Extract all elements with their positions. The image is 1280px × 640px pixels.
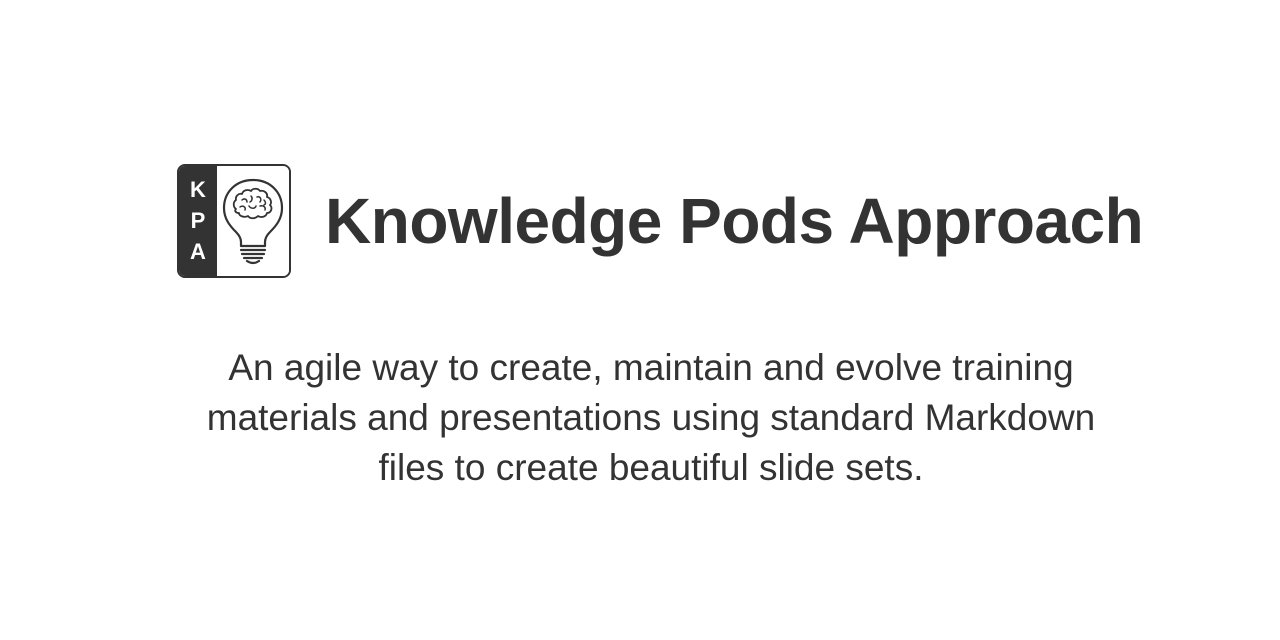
title-part-pods: Pods — [679, 185, 834, 257]
page-title: Knowledge Pods Approach — [325, 189, 1144, 253]
lightbulb-brain-icon — [217, 166, 289, 276]
tagline-line-3: files to create beautiful slide sets. — [378, 447, 924, 488]
tagline: An agile way to create, maintain and evo… — [100, 343, 1202, 493]
logo-letter-p: P — [190, 207, 206, 233]
title-part-approach: Approach — [833, 185, 1144, 257]
kpa-logo: K P A — [177, 164, 291, 278]
title-part-knowledge: Knowledge — [325, 185, 680, 257]
logo-letter-k: K — [190, 176, 206, 202]
logo-letter-stripe: K P A — [179, 166, 217, 276]
logo-letter-a: A — [190, 239, 206, 265]
tagline-line-1: An agile way to create, maintain and evo… — [228, 347, 1074, 388]
tagline-line-2: materials and presentations using standa… — [206, 397, 1096, 438]
header: K P A Knowledge Pods Approach — [177, 164, 1144, 278]
